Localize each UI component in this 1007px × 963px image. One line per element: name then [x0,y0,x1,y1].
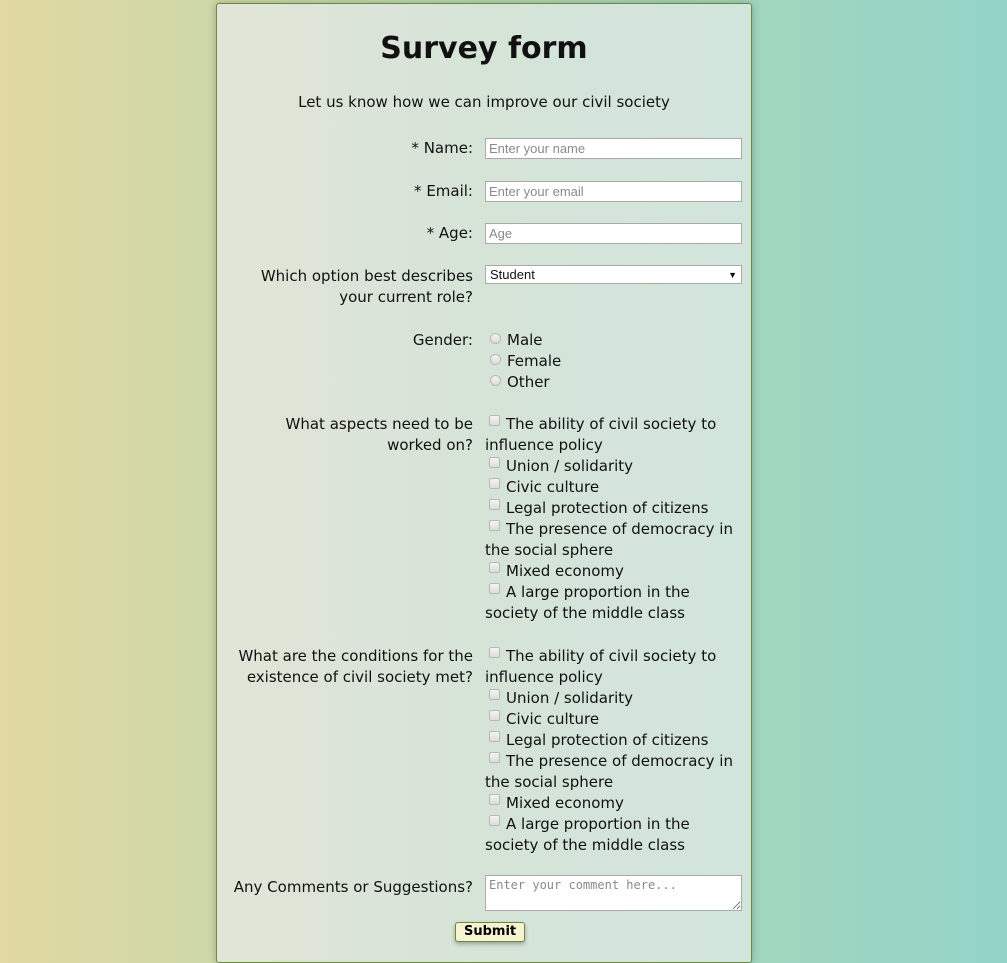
comments-label: Any Comments or Suggestions? [233,878,473,896]
checkbox[interactable] [489,647,500,658]
gender-option-male[interactable]: Male [485,330,747,351]
aspects-label: What aspects need to be worked on? [285,415,473,454]
checkbox[interactable] [489,752,500,763]
conditions-option-label: The ability of civil society to influenc… [485,647,717,686]
conditions-option[interactable]: The ability of civil society to influenc… [485,646,747,688]
page-title: Survey form [380,31,588,66]
checkbox[interactable] [489,815,500,826]
conditions-label: What are the conditions for the existenc… [238,647,473,686]
aspects-checkbox-group: The ability of civil society to influenc… [485,414,747,624]
survey-card: Survey form Let us know how we can impro… [216,3,752,963]
role-select-value: Student [490,267,535,282]
aspects-option-label: Union / solidarity [506,457,634,475]
form-description: Let us know how we can improve our civil… [298,93,670,111]
aspects-option[interactable]: The ability of civil society to influenc… [485,414,747,456]
checkbox[interactable] [489,499,500,510]
conditions-option[interactable]: Legal protection of citizens [485,730,747,751]
aspects-option[interactable]: A large proportion in the society of the… [485,582,747,624]
conditions-option[interactable]: Mixed economy [485,793,747,814]
checkbox[interactable] [489,794,500,805]
radio-button[interactable] [490,354,501,365]
gender-option-label: Male [507,331,543,349]
conditions-option-label: Mixed economy [506,794,624,812]
conditions-option[interactable]: A large proportion in the society of the… [485,814,747,856]
gender-label: Gender: [412,331,473,349]
role-select[interactable]: Student ▼ [485,265,742,284]
aspects-option[interactable]: Union / solidarity [485,456,747,477]
checkbox[interactable] [489,583,500,594]
checkbox[interactable] [489,520,500,531]
conditions-option-label: Union / solidarity [506,689,634,707]
age-label: * Age: [426,224,473,242]
aspects-option[interactable]: The presence of democracy in the social … [485,519,747,561]
aspects-option-label: Legal protection of citizens [506,499,709,517]
gender-option-label: Other [507,373,550,391]
dropdown-arrow-icon: ▼ [728,269,737,280]
radio-button[interactable] [490,333,501,344]
checkbox[interactable] [489,710,500,721]
age-input[interactable] [485,223,742,244]
email-input[interactable] [485,181,742,202]
conditions-option-label: The presence of democracy in the social … [485,752,733,791]
aspects-option-label: The ability of civil society to influenc… [485,415,717,454]
conditions-checkbox-group: The ability of civil society to influenc… [485,646,747,856]
checkbox[interactable] [489,415,500,426]
aspects-option-label: Civic culture [506,478,600,496]
aspects-option[interactable]: Mixed economy [485,561,747,582]
aspects-option-label: The presence of democracy in the social … [485,520,733,559]
checkbox[interactable] [489,457,500,468]
aspects-option-label: A large proportion in the society of the… [485,583,690,622]
checkbox[interactable] [489,689,500,700]
conditions-option[interactable]: Union / solidarity [485,688,747,709]
aspects-option[interactable]: Civic culture [485,477,747,498]
gender-option-female[interactable]: Female [485,351,747,372]
comments-textarea[interactable] [485,875,742,911]
submit-button[interactable]: Submit [455,922,526,942]
gender-option-label: Female [507,352,562,370]
aspects-option[interactable]: Legal protection of citizens [485,498,747,519]
conditions-option[interactable]: Civic culture [485,709,747,730]
radio-button[interactable] [490,375,501,386]
email-label: * Email: [414,182,473,200]
conditions-option-label: Legal protection of citizens [506,731,709,749]
checkbox[interactable] [489,731,500,742]
checkbox[interactable] [489,478,500,489]
aspects-option-label: Mixed economy [506,562,624,580]
conditions-option-label: A large proportion in the society of the… [485,815,690,854]
gender-option-other[interactable]: Other [485,372,747,393]
role-label: Which option best describes your current… [260,267,473,306]
checkbox[interactable] [489,562,500,573]
conditions-option[interactable]: The presence of democracy in the social … [485,751,747,793]
gender-radio-group: Male Female Other [485,330,747,393]
name-label: * Name: [411,139,473,157]
conditions-option-label: Civic culture [506,710,600,728]
name-input[interactable] [485,138,742,159]
